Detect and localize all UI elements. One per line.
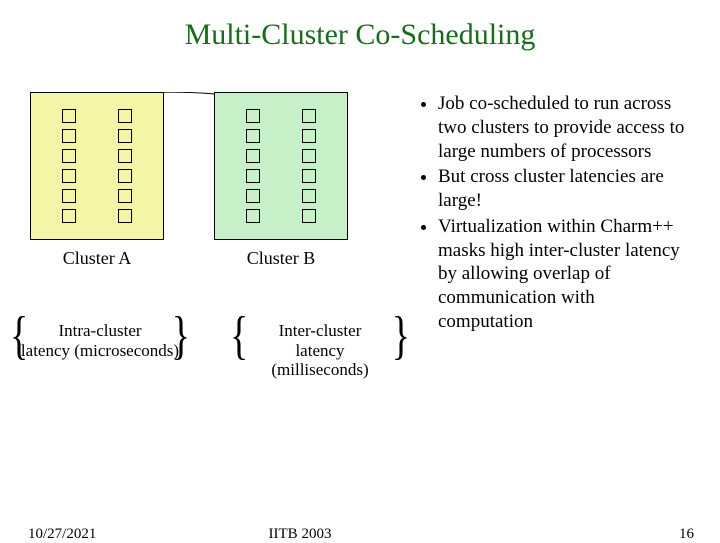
processor-icon [118, 129, 132, 143]
cluster-b-label: Cluster B [214, 248, 348, 269]
processor-icon [302, 109, 316, 123]
bullets-area: Job co-scheduled to run across two clust… [420, 92, 700, 380]
latency-row: { Intra-cluster latency (microseconds) }… [0, 321, 420, 380]
processor-icon [246, 189, 260, 203]
processor-icon [118, 109, 132, 123]
processor-icon [302, 149, 316, 163]
cluster-a-label: Cluster A [30, 248, 164, 269]
processor-icon [62, 169, 76, 183]
cluster-a-col1 [62, 109, 76, 223]
bullet-item: But cross cluster latencies are large! [438, 165, 686, 213]
processor-icon [62, 109, 76, 123]
processor-icon [62, 189, 76, 203]
brace-icon: } [392, 309, 410, 362]
diagram-area: Cluster A [0, 92, 420, 380]
processor-icon [246, 129, 260, 143]
processor-icon [62, 129, 76, 143]
processor-icon [118, 149, 132, 163]
clusters-row: Cluster A [0, 92, 420, 269]
cluster-b-col1 [246, 109, 260, 223]
cluster-b-col2 [302, 109, 316, 223]
processor-icon [246, 149, 260, 163]
cluster-a-box [30, 92, 164, 240]
brace-icon: { [10, 309, 28, 362]
inter-line3: (milliseconds) [271, 360, 368, 379]
processor-icon [62, 149, 76, 163]
intra-latency: { Intra-cluster latency (microseconds) } [20, 321, 180, 380]
processor-icon [118, 189, 132, 203]
bullet-item: Virtualization within Charm++ masks high… [438, 215, 686, 334]
inter-line2: latency [295, 341, 344, 360]
footer-center: IITB 2003 [0, 526, 720, 543]
intra-line2: latency (microseconds) [21, 341, 179, 360]
brace-icon: { [230, 309, 248, 362]
processor-icon [302, 129, 316, 143]
processor-icon [302, 189, 316, 203]
slide-title: Multi-Cluster Co-Scheduling [0, 0, 720, 52]
footer-page: 16 [679, 526, 694, 543]
bullet-item: Job co-scheduled to run across two clust… [438, 92, 686, 163]
processor-icon [118, 169, 132, 183]
processor-icon [246, 109, 260, 123]
processor-icon [246, 169, 260, 183]
processor-icon [302, 169, 316, 183]
processor-icon [246, 209, 260, 223]
bullet-list: Job co-scheduled to run across two clust… [420, 92, 686, 334]
cluster-b-box [214, 92, 348, 240]
content-area: Cluster A [0, 92, 720, 380]
brace-icon: } [172, 309, 190, 362]
inter-line1: Inter-cluster [279, 321, 362, 340]
processor-icon [302, 209, 316, 223]
cluster-a: Cluster A [30, 92, 164, 269]
inter-latency: { Inter-cluster latency (milliseconds) } [240, 321, 400, 380]
processor-icon [62, 209, 76, 223]
processor-icon [118, 209, 132, 223]
intra-line1: Intra-cluster [58, 321, 141, 340]
cluster-b: Cluster B [214, 92, 348, 269]
cluster-a-col2 [118, 109, 132, 223]
